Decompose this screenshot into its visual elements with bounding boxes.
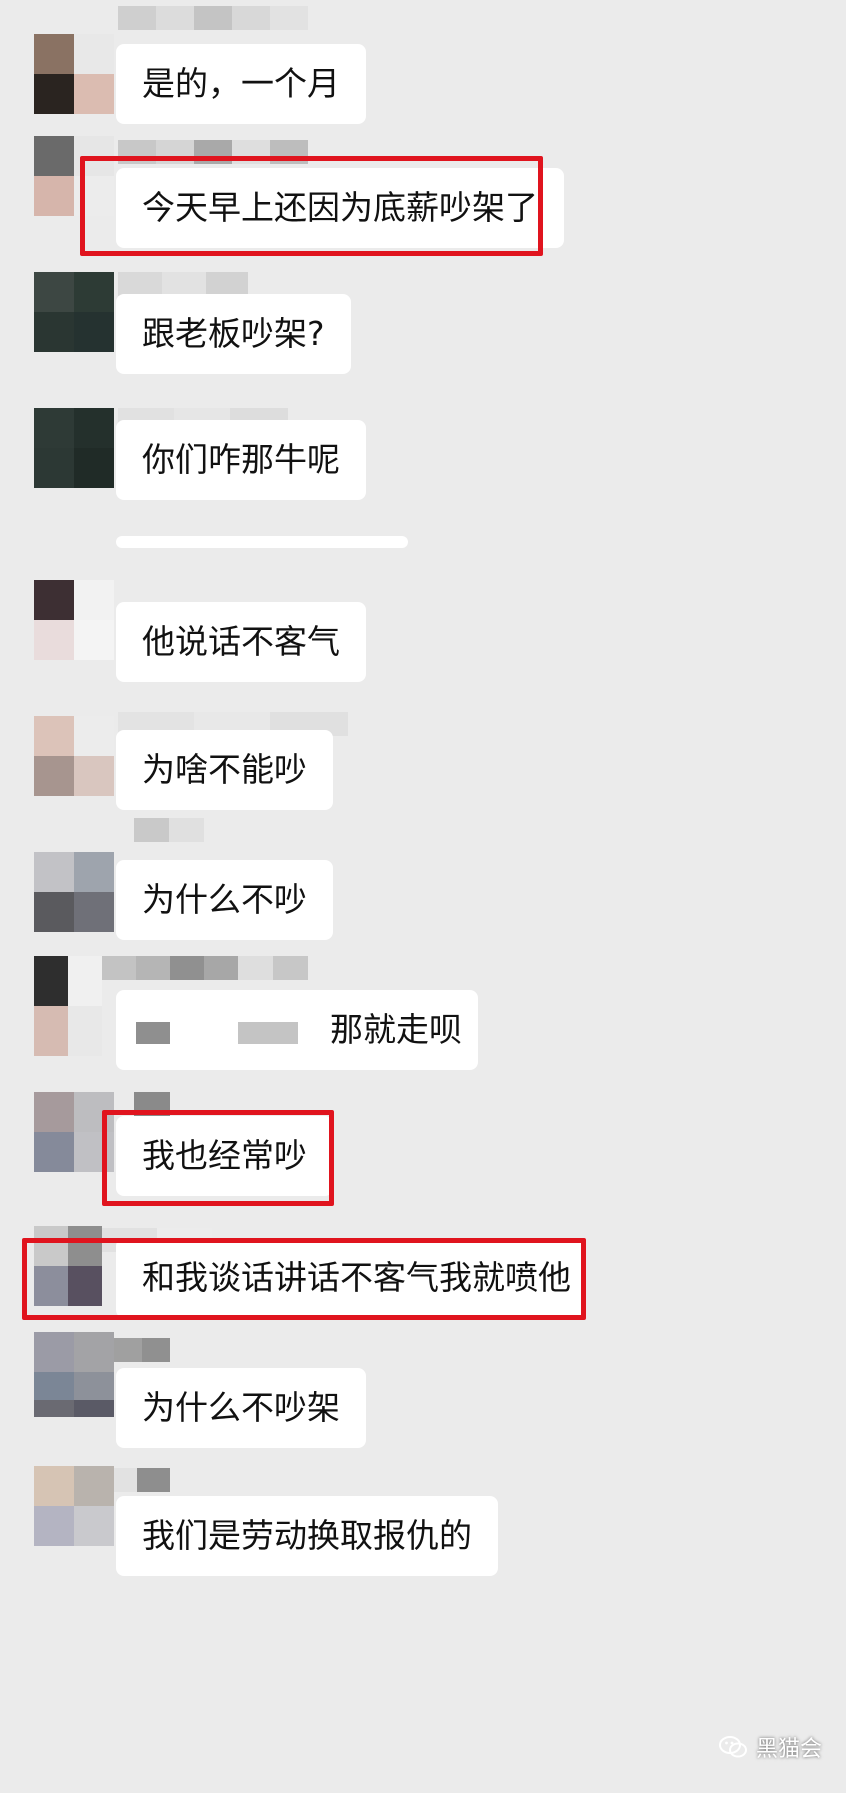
message-bubble[interactable]: 为啥不能吵	[116, 730, 333, 810]
avatar[interactable]	[34, 34, 114, 114]
avatar[interactable]	[34, 272, 114, 352]
message-bubble[interactable]: 为什么不吵	[116, 860, 333, 940]
redacted-text	[238, 1022, 298, 1044]
message-text: 那就走呗	[330, 1010, 462, 1049]
watermark: 黑猫会	[718, 1731, 822, 1763]
avatar[interactable]	[34, 716, 114, 796]
wechat-icon	[718, 1736, 747, 1758]
message-bubble[interactable]: 你们咋那牛呢	[116, 420, 366, 500]
message-bubble[interactable]: 我们是劳动换取报仇的	[116, 1496, 498, 1576]
message-bubble[interactable]: 他说话不客气	[116, 602, 366, 682]
highlight-box	[80, 156, 543, 256]
message-bubble[interactable]: 跟老板吵架?	[116, 294, 351, 374]
message-bubble[interactable]: 那就走呗	[116, 990, 478, 1070]
highlight-box	[102, 1110, 334, 1206]
avatar[interactable]	[34, 956, 102, 1056]
redacted-text	[136, 1022, 170, 1044]
chat-screenshot: 是的，一个月 今天早上还因为底薪吵架了 跟老板吵架? 你们咋那牛呢 他说话不客气…	[0, 0, 846, 1793]
highlight-box	[22, 1238, 586, 1320]
sender-name-blurred	[118, 6, 308, 30]
watermark-text: 黑猫会	[755, 1737, 822, 1762]
sender-name-blurred	[102, 956, 308, 980]
avatar[interactable]	[34, 580, 114, 660]
avatar[interactable]	[34, 408, 114, 488]
avatar-lower-part	[34, 1400, 114, 1434]
avatar[interactable]	[34, 1466, 114, 1546]
avatar[interactable]	[34, 852, 114, 932]
sender-name-blurred	[134, 818, 204, 842]
message-bubble[interactable]: 为什么不吵架	[116, 1368, 366, 1448]
sender-name-blurred	[114, 1338, 170, 1362]
partially-hidden-bubble	[116, 536, 408, 548]
sender-name-blurred	[118, 272, 248, 296]
message-bubble[interactable]: 是的，一个月	[116, 44, 366, 124]
